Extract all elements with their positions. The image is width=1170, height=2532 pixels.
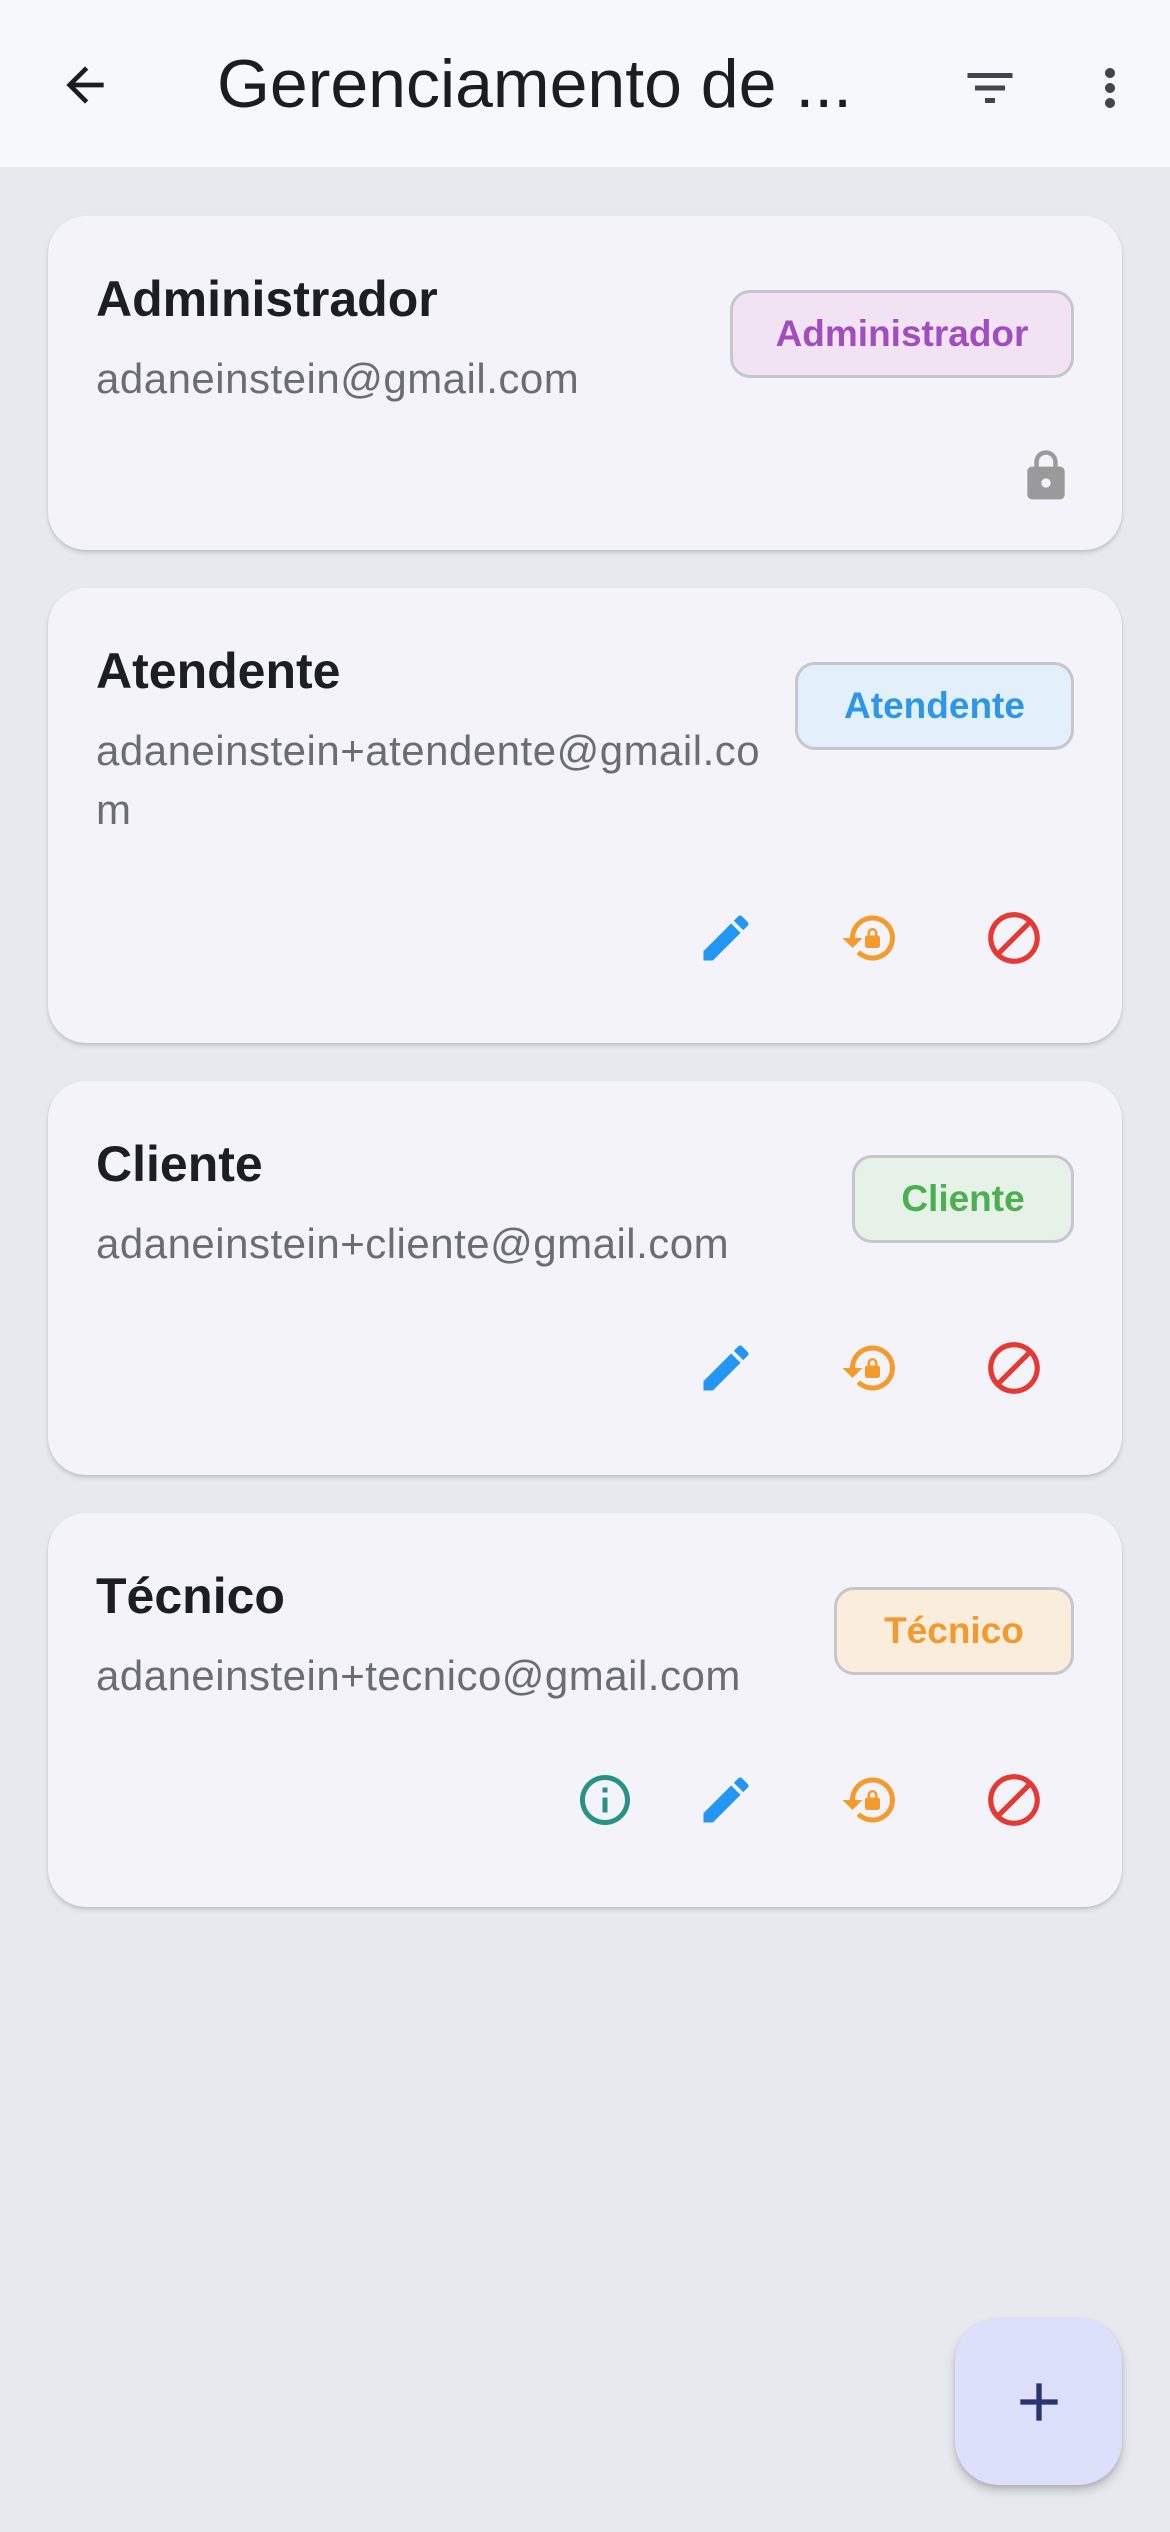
reset-password-button[interactable] (828, 896, 912, 980)
filter-button[interactable] (954, 52, 1026, 124)
block-icon (988, 1342, 1040, 1394)
user-email: adaneinstein+atendente@gmail.com (96, 727, 761, 833)
role-badge-administrador: Administrador (730, 290, 1074, 378)
add-user-button[interactable] (955, 2318, 1122, 2485)
block-user-button[interactable] (972, 1326, 1056, 1410)
pencil-icon (703, 915, 749, 961)
role-badge-atendente: Atendente (795, 662, 1074, 750)
user-card-cliente[interactable]: Cliente adaneinstein+cliente@gmail.com C… (48, 1081, 1122, 1475)
more-vertical-icon (1105, 68, 1115, 108)
page-title: Gerenciamento de ... (217, 46, 853, 122)
plus-icon (1019, 2382, 1058, 2421)
filter-list-icon (967, 73, 1013, 103)
lock-reset-icon (842, 1345, 895, 1391)
info-icon (580, 1775, 630, 1825)
pencil-icon (703, 1777, 749, 1823)
edit-button[interactable] (684, 896, 768, 980)
lock-reset-icon (842, 915, 895, 961)
arrow-left-icon (66, 66, 104, 104)
user-email: adaneinstein@gmail.com (96, 355, 580, 402)
edit-button[interactable] (684, 1326, 768, 1410)
locked-indicator (1004, 434, 1088, 518)
reset-password-button[interactable] (828, 1326, 912, 1410)
back-button[interactable] (50, 50, 120, 120)
edit-button[interactable] (684, 1758, 768, 1842)
user-name: Atendente (96, 643, 341, 699)
block-icon (988, 1774, 1040, 1826)
user-card-administrador[interactable]: Administrador adaneinstein@gmail.com Adm… (48, 216, 1122, 550)
role-badge-cliente: Cliente (852, 1155, 1074, 1243)
user-card-atendente[interactable]: Atendente adaneinstein+atendente@gmail.c… (48, 588, 1122, 1043)
user-card-tecnico[interactable]: Técnico adaneinstein+tecnico@gmail.com T… (48, 1513, 1122, 1907)
reset-password-button[interactable] (828, 1758, 912, 1842)
block-user-button[interactable] (972, 896, 1056, 980)
user-email: adaneinstein+tecnico@gmail.com (96, 1652, 741, 1699)
user-name: Cliente (96, 1136, 263, 1192)
block-user-button[interactable] (972, 1758, 1056, 1842)
user-email: adaneinstein+cliente@gmail.com (96, 1220, 730, 1267)
more-options-button[interactable] (1074, 52, 1146, 124)
user-name: Técnico (96, 1568, 285, 1624)
pencil-icon (703, 1345, 749, 1391)
block-icon (988, 912, 1040, 964)
role-badge-tecnico: Técnico (834, 1587, 1074, 1675)
app-bar: Gerenciamento de ... (0, 0, 1170, 167)
lock-icon (1027, 450, 1065, 500)
user-name: Administrador (96, 271, 438, 327)
lock-reset-icon (842, 1777, 895, 1823)
info-button[interactable] (563, 1758, 647, 1842)
